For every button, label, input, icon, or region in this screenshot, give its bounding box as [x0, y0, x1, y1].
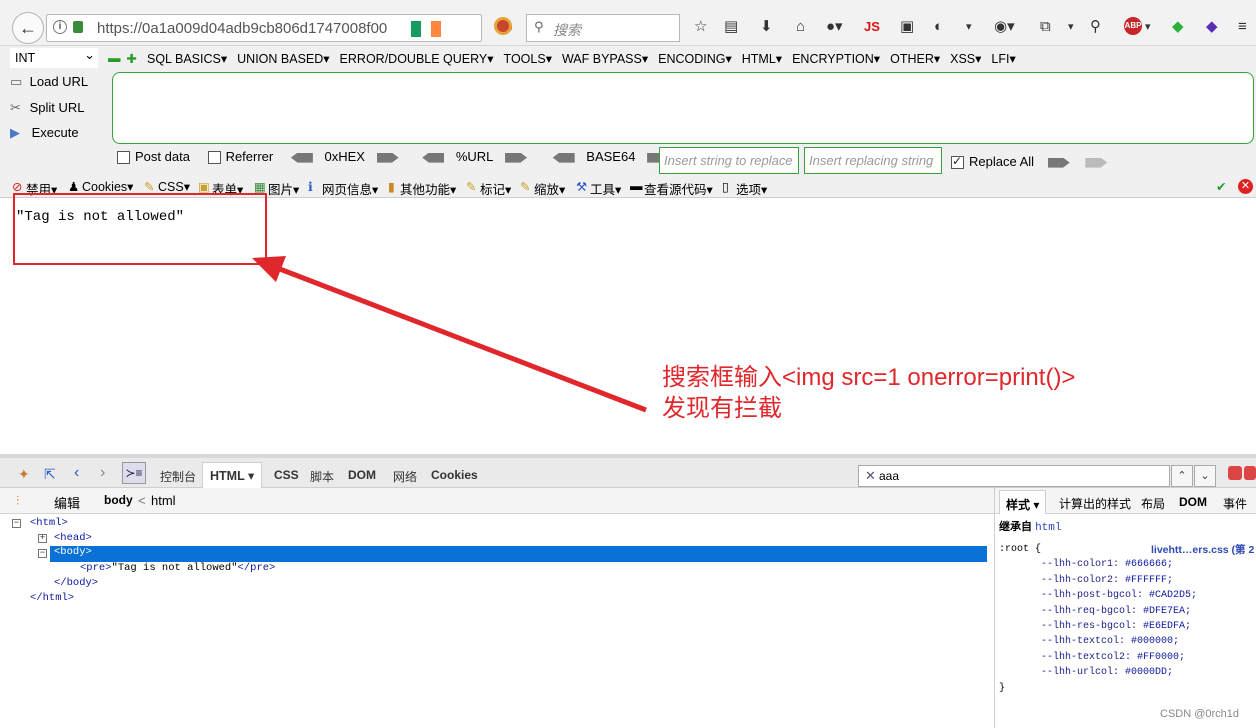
css-var-value[interactable]: #FF0000; — [1131, 652, 1185, 663]
inspect-icon[interactable]: ⇱ — [44, 466, 56, 483]
firebug-icon[interactable]: ✦ — [18, 466, 30, 483]
forward-nav-icon[interactable]: › — [100, 464, 105, 482]
inherited-header: 继承自 html — [999, 518, 1061, 534]
watermark: CSDN @0rch1d — [1160, 708, 1240, 720]
tree-pre-close: </pre> — [237, 562, 276, 574]
css-var-value[interactable]: #666666; — [1119, 559, 1173, 570]
tree-html-open[interactable]: <html> — [30, 517, 68, 529]
dom-tree: − <html> + <head> − <body> <pre>"Tag is … — [0, 514, 994, 728]
tab-console[interactable]: 控制台 — [160, 468, 196, 485]
tab-css[interactable]: CSS — [274, 468, 299, 482]
css-var-line: --lhh-urlcol: #0000DD; — [999, 665, 1256, 680]
css-var-line: --lhh-textcol: #000000; — [999, 634, 1256, 649]
css-var-name: --lhh-post-bgcol: — [1041, 590, 1144, 602]
css-var-name: --lhh-color1: — [1041, 559, 1120, 571]
tab-network[interactable]: 网络 — [393, 468, 417, 485]
css-var-name: --lhh-res-bgcol: — [1041, 621, 1138, 633]
css-var-value[interactable]: #CAD2D5; — [1143, 590, 1197, 601]
styles-panel: 样式 ▾ 计算出的样式 布局 DOM 事件 继承自 html livehtt…e… — [994, 488, 1256, 728]
edit-button[interactable]: 编辑 — [54, 493, 80, 512]
devtools-search[interactable]: ✕ aaa — [858, 465, 1170, 487]
css-var-name: --lhh-req-bgcol: — [1041, 605, 1138, 617]
tab-dom[interactable]: DOM — [348, 468, 376, 482]
devtools-search-value: aaa — [879, 469, 900, 483]
css-var-line: --lhh-color1: #666666; — [999, 557, 1256, 572]
tree-head[interactable]: <head> — [54, 532, 92, 544]
clear-search-icon[interactable]: ✕ — [865, 468, 876, 484]
tab-script[interactable]: 脚本 — [310, 468, 334, 485]
styles-tabs: 样式 ▾ 计算出的样式 布局 DOM 事件 — [995, 488, 1256, 514]
crumb-sep: < — [138, 493, 146, 508]
css-var-value[interactable]: #000000; — [1125, 636, 1179, 647]
tab-html[interactable]: HTML ▾ — [202, 462, 263, 488]
css-var-name: --lhh-urlcol: — [1041, 667, 1120, 679]
css-var-value[interactable]: #FFFFFF; — [1119, 575, 1173, 586]
search-down-icon[interactable]: ⌄ — [1194, 465, 1216, 487]
tree-pre[interactable]: <pre>"Tag is not allowed"</pre> — [80, 562, 275, 574]
css-var-line: --lhh-textcol2: #FF0000; — [999, 650, 1256, 665]
tab-dom-panel[interactable]: DOM — [1179, 495, 1207, 509]
minimize-devtools-icon[interactable] — [1228, 466, 1242, 480]
search-up-icon[interactable]: ⌃ — [1171, 465, 1193, 487]
css-close-brace: } — [999, 682, 1006, 694]
css-var-line: --lhh-req-bgcol: #DFE7EA; — [999, 604, 1256, 619]
tab-computed[interactable]: 计算出的样式 — [1059, 495, 1131, 512]
css-var-value[interactable]: #0000DD; — [1119, 667, 1173, 678]
inherited-label: 继承自 — [999, 521, 1032, 533]
tree-body-selected[interactable]: <body> — [50, 546, 987, 562]
crumb-html[interactable]: html — [151, 493, 176, 508]
css-var-name: --lhh-textcol2: — [1041, 651, 1132, 663]
css-selector: :root { — [999, 544, 1042, 555]
annotation-line-1: 搜索框输入<img src=1 onerror=print()> — [662, 364, 1076, 391]
css-vars: --lhh-color1: #666666; --lhh-color2: #FFF… — [999, 557, 1256, 680]
tree-pre-open: <pre> — [80, 562, 112, 574]
back-nav-icon[interactable]: ‹ — [74, 464, 79, 482]
css-var-value[interactable]: #DFE7EA; — [1137, 606, 1191, 617]
crumb-body[interactable]: body — [104, 493, 133, 507]
html-panel-icon: ⫶ — [16, 493, 20, 508]
tree-body-open: <body> — [54, 546, 92, 558]
collapse-toggle[interactable]: − — [38, 549, 47, 558]
css-rule: :root { --lhh-color1: #666666; --lhh-colo… — [999, 542, 1256, 696]
devtools-breadcrumb: ⫶ 编辑 body < html — [0, 488, 994, 514]
css-var-line: --lhh-post-bgcol: #CAD2D5; — [999, 588, 1256, 603]
close-devtools-icon[interactable] — [1244, 466, 1256, 480]
css-var-name: --lhh-color2: — [1041, 574, 1120, 586]
console-toggle-icon[interactable]: ≻≡ — [122, 462, 146, 484]
tab-layout[interactable]: 布局 — [1141, 495, 1165, 512]
tab-cookies[interactable]: Cookies — [431, 468, 478, 482]
collapse-toggle[interactable]: − — [12, 519, 21, 528]
css-var-line: --lhh-res-bgcol: #E6EDFA; — [999, 619, 1256, 634]
tree-html-close: </html> — [30, 592, 75, 604]
tree-pre-text: "Tag is not allowed" — [111, 562, 238, 574]
devtools-toolbar: ✦ ⇱ ‹ › ≻≡ 控制台 HTML ▾ CSS 脚本 DOM 网络 Cook… — [0, 454, 1256, 488]
tree-body-close: </body> — [54, 577, 99, 589]
css-var-value[interactable]: #E6EDFA; — [1137, 621, 1191, 632]
annotation-text: 搜索框输入<img src=1 onerror=print()> 发现有拦截 — [662, 362, 1075, 424]
expand-toggle[interactable]: + — [38, 534, 47, 543]
tab-styles[interactable]: 样式 ▾ — [999, 490, 1047, 514]
inherited-link[interactable]: html — [1035, 522, 1061, 534]
css-var-name: --lhh-textcol: — [1041, 636, 1126, 648]
annotation-line-2: 发现有拦截 — [662, 395, 782, 422]
tab-events[interactable]: 事件 — [1223, 495, 1247, 512]
css-var-line: --lhh-color2: #FFFFFF; — [999, 573, 1256, 588]
